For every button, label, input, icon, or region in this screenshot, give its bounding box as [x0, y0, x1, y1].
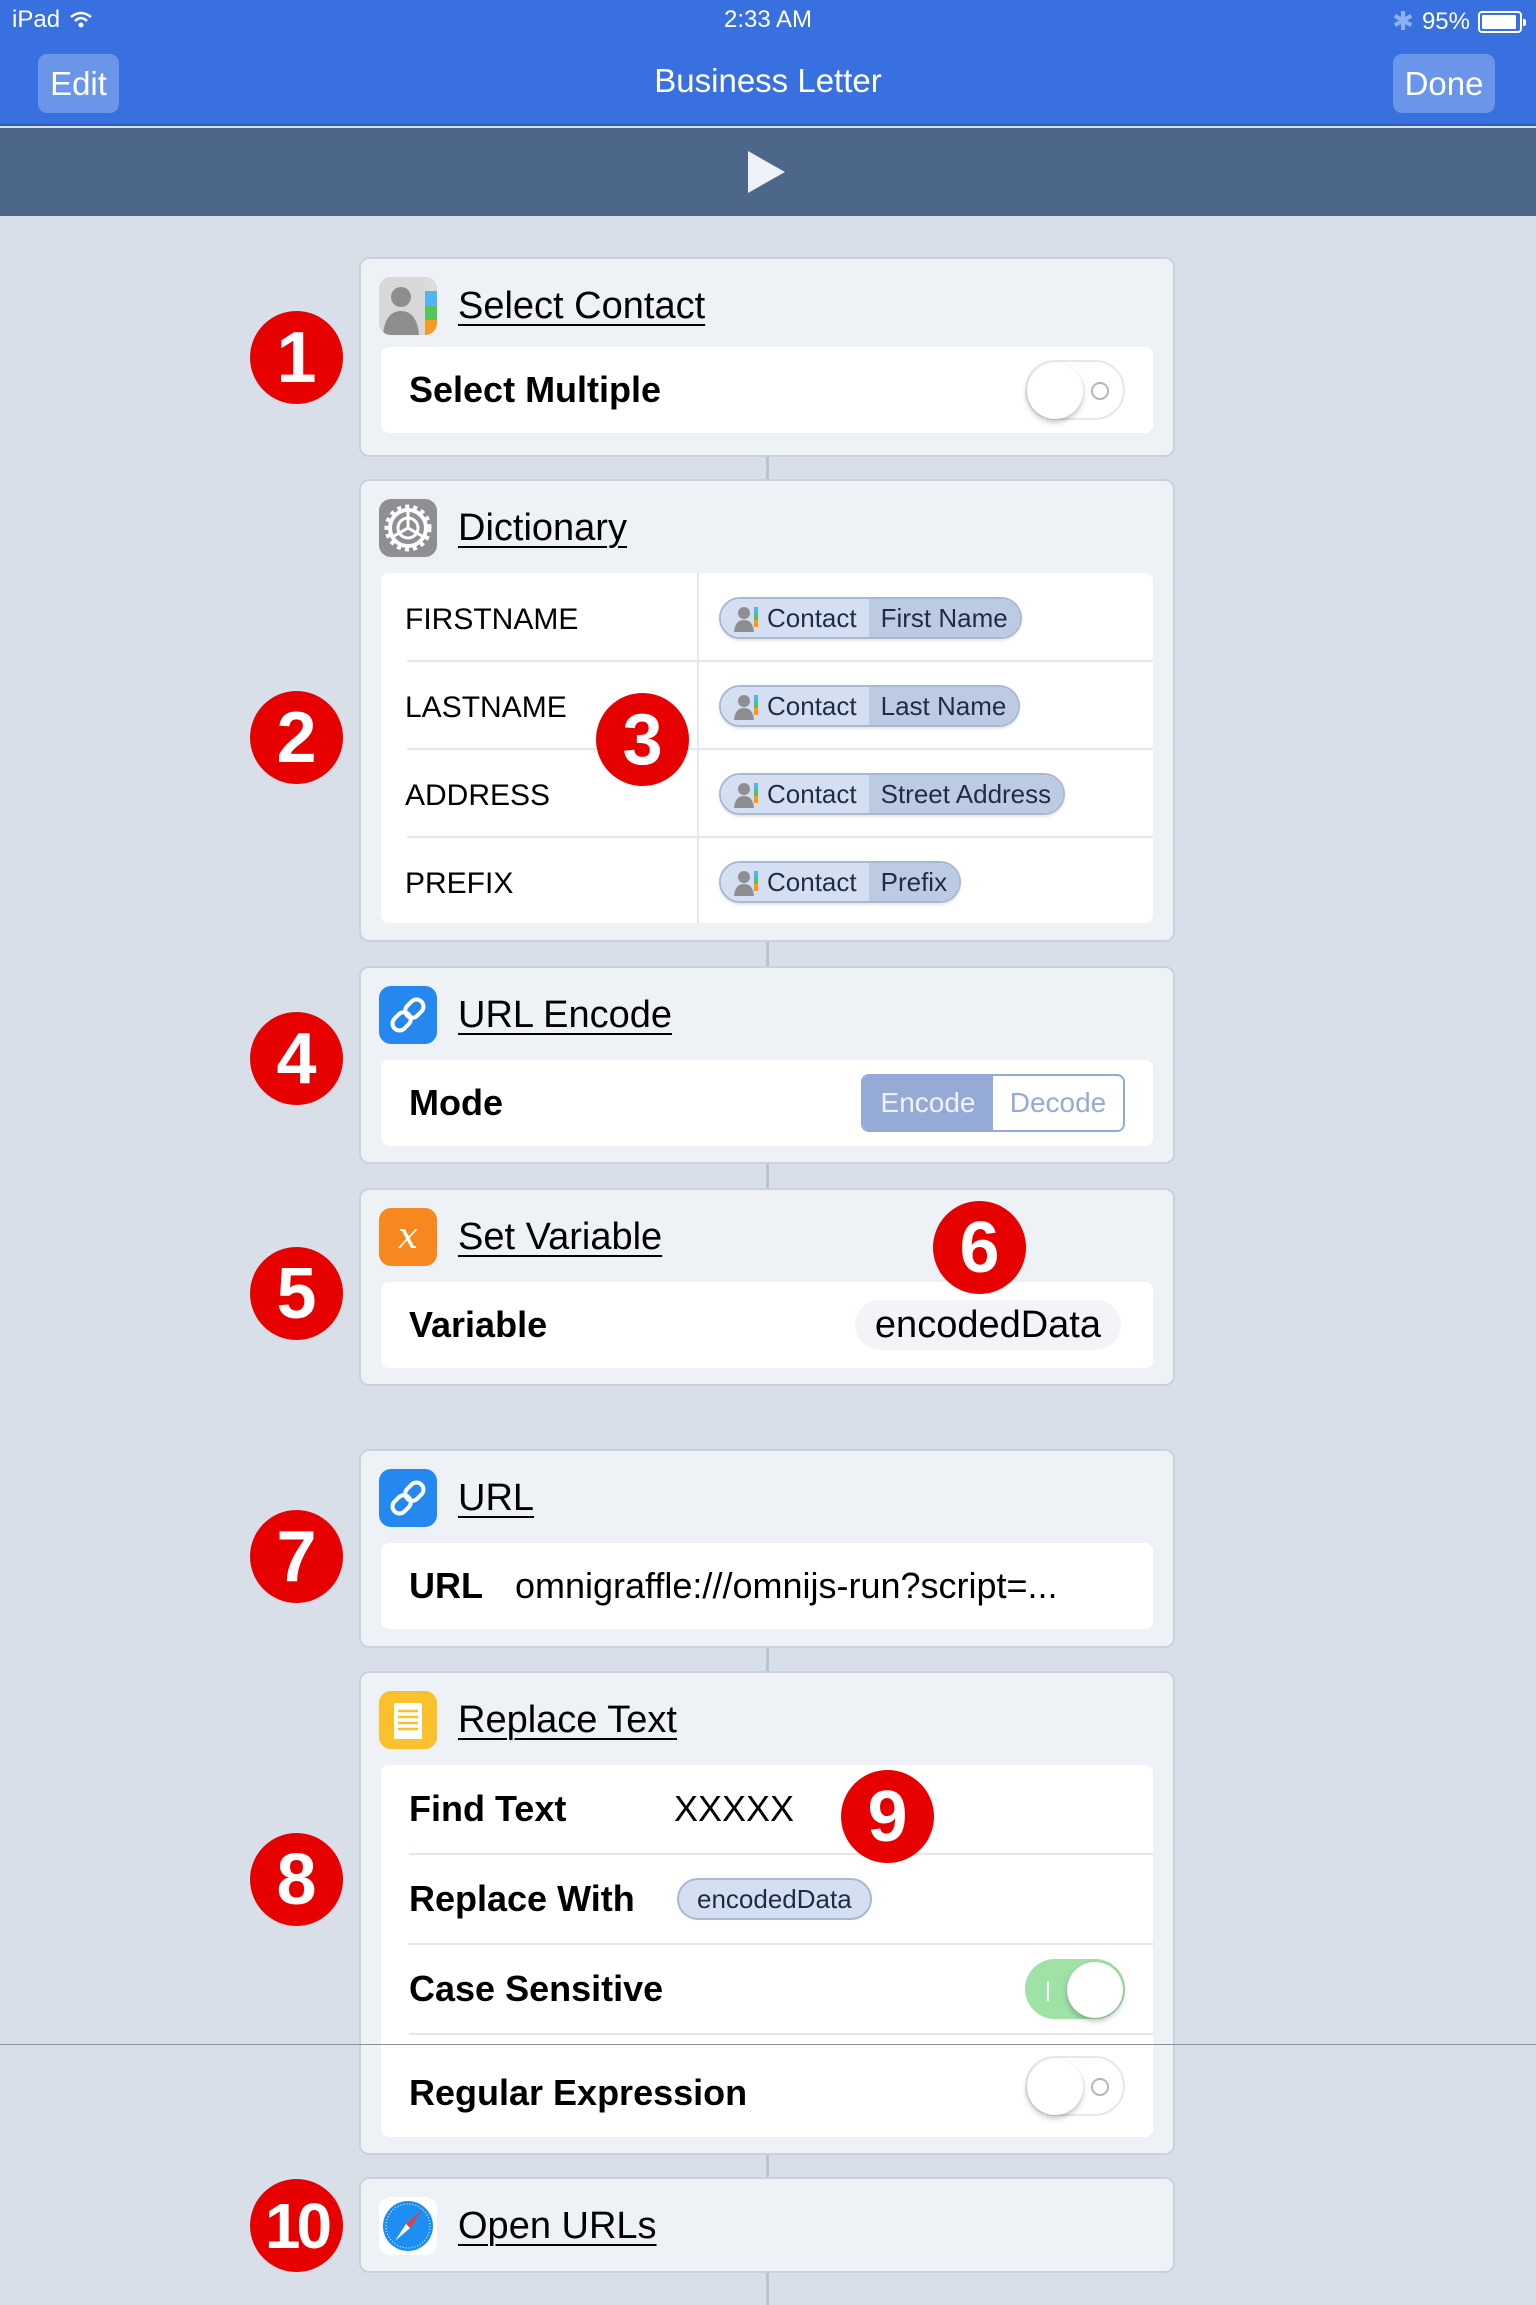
step-badge: 2 — [250, 691, 343, 784]
dictionary-key[interactable]: LASTNAME — [405, 691, 567, 725]
settings-gear-icon — [379, 499, 437, 557]
connector-line — [766, 1164, 769, 1188]
mode-segmented-control: Encode Decode — [861, 1074, 1125, 1132]
parameter-panel: Variable encodedData — [381, 1282, 1153, 1368]
dictionary-key[interactable]: FIRSTNAME — [405, 603, 578, 637]
contacts-icon — [733, 780, 759, 808]
variable-icon: x — [379, 1208, 437, 1266]
token-field: Prefix — [868, 863, 960, 901]
token-source: Contact — [767, 778, 857, 809]
param-label: Find Text — [409, 1788, 567, 1829]
row-separator — [407, 748, 1153, 750]
step-badge: 7 — [250, 1510, 343, 1603]
param-label: Replace With — [409, 1878, 635, 1919]
url-field[interactable]: omnigraffle:///omnijs-run?script=... — [515, 1565, 1058, 1607]
dictionary-key[interactable]: PREFIX — [405, 867, 513, 901]
connector-line — [766, 2273, 769, 2305]
notes-icon — [379, 1691, 437, 1749]
callout-badge: 3 — [596, 693, 689, 786]
param-label: Regular Expression — [409, 2072, 748, 2113]
param-label: Case Sensitive — [409, 1968, 664, 2009]
contacts-icon — [733, 604, 759, 632]
callout-badge: 6 — [933, 1201, 1026, 1294]
dictionary-key[interactable]: ADDRESS — [405, 779, 550, 813]
row-separator — [407, 836, 1153, 838]
parameter-panel: Select Multiple — [381, 347, 1153, 433]
step-badge: 8 — [250, 1833, 343, 1926]
contacts-icon — [379, 277, 437, 335]
connector-line — [766, 942, 769, 966]
action-replace-text[interactable]: Replace Text Find Text XXXXX Replace Wit… — [359, 1671, 1175, 2155]
param-label: Variable — [409, 1304, 548, 1345]
action-title[interactable]: Replace Text — [458, 1699, 677, 1742]
action-select-contact[interactable]: Select Contact Select Multiple — [359, 257, 1175, 457]
action-title[interactable]: Dictionary — [458, 507, 627, 550]
contact-variable-token[interactable]: Contact First Name — [719, 597, 1022, 639]
screen-divider — [0, 2044, 1536, 2045]
action-url-encode[interactable]: URL Encode Mode Encode Decode — [359, 966, 1175, 1164]
find-text-field[interactable]: XXXXX — [674, 1788, 794, 1830]
token-field: Last Name — [868, 687, 1019, 725]
battery-icon — [1478, 10, 1526, 33]
row-separator — [407, 660, 1153, 662]
encode-segment[interactable]: Encode — [863, 1076, 993, 1130]
connector-line — [766, 457, 769, 479]
param-label: Select Multiple — [409, 369, 662, 410]
action-title[interactable]: URL Encode — [458, 994, 672, 1037]
action-title[interactable]: Select Contact — [458, 285, 705, 328]
contacts-icon — [733, 868, 759, 896]
step-badge: 4 — [250, 1012, 343, 1105]
variable-token[interactable]: encodedData — [677, 1878, 872, 1920]
action-dictionary[interactable]: Dictionary FIRSTNAME Contact First Name … — [359, 479, 1175, 942]
contacts-icon — [733, 692, 759, 720]
contact-variable-token[interactable]: Contact Street Address — [719, 773, 1066, 815]
connector-line — [766, 1648, 769, 1671]
callout-badge: 9 — [841, 1770, 934, 1863]
dictionary-table: FIRSTNAME Contact First Name LASTNAME Co… — [381, 573, 1153, 923]
bluetooth-icon: ✱ — [1392, 6, 1414, 36]
parameter-panel: Mode Encode Decode — [381, 1060, 1153, 1146]
safari-compass-icon — [379, 2197, 437, 2255]
action-title[interactable]: URL — [458, 1477, 534, 1520]
action-url[interactable]: URL URL omnigraffle:///omnijs-run?script… — [359, 1449, 1175, 1648]
contact-variable-token[interactable]: Contact Last Name — [719, 685, 1021, 727]
variable-name-field[interactable]: encodedData — [854, 1300, 1121, 1350]
token-source: Contact — [767, 690, 857, 721]
param-label: Mode — [409, 1082, 503, 1123]
workflow-title: Business Letter — [654, 62, 882, 99]
token-field: First Name — [868, 599, 1020, 637]
play-icon[interactable] — [748, 151, 785, 193]
connector-line — [766, 2155, 769, 2177]
select-multiple-toggle[interactable] — [1025, 360, 1125, 420]
step-badge: 1 — [250, 311, 343, 404]
action-set-variable[interactable]: x Set Variable Variable encodedData — [359, 1188, 1175, 1386]
action-title[interactable]: Open URLs — [458, 2205, 657, 2248]
find-text-row: Find Text XXXXX — [381, 1765, 1153, 1853]
done-button[interactable]: Done — [1393, 54, 1495, 113]
param-label: URL — [409, 1565, 483, 1606]
battery-percent: 95% — [1421, 7, 1470, 35]
step-badge: 10 — [250, 2179, 343, 2272]
contact-variable-token[interactable]: Contact Prefix — [719, 861, 962, 903]
token-source: Contact — [767, 866, 857, 897]
battery-level — [1482, 14, 1517, 29]
status-bar-right: ✱ 95% — [1392, 6, 1526, 37]
parameter-panel: URL omnigraffle:///omnijs-run?script=... — [381, 1543, 1153, 1629]
action-title[interactable]: Set Variable — [458, 1216, 662, 1259]
link-icon — [379, 986, 437, 1044]
status-time: 2:33 AM — [723, 6, 813, 33]
url-row: URL omnigraffle:///omnijs-run?script=... — [381, 1543, 1153, 1629]
token-source: Contact — [767, 602, 857, 633]
step-badge: 5 — [250, 1247, 343, 1340]
link-icon — [379, 1469, 437, 1527]
action-open-urls[interactable]: Open URLs — [359, 2177, 1175, 2273]
decode-segment[interactable]: Decode — [993, 1076, 1123, 1130]
parameter-panel: Find Text XXXXX Replace With encodedData… — [381, 1765, 1153, 2137]
regular-expression-toggle[interactable] — [1025, 2056, 1125, 2116]
token-field: Street Address — [868, 775, 1064, 813]
case-sensitive-toggle[interactable] — [1025, 1959, 1125, 2019]
